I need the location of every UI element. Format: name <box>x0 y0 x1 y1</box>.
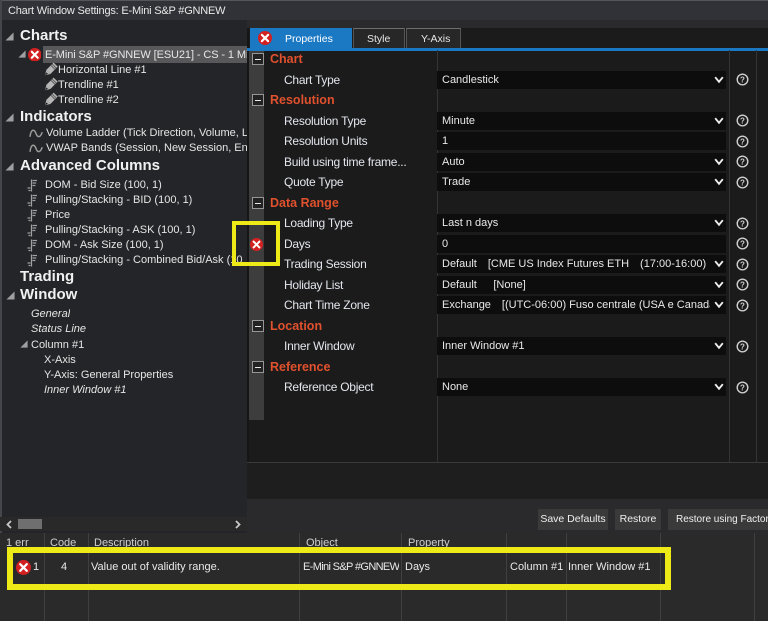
svg-text:?: ? <box>740 75 745 84</box>
svg-text:?: ? <box>740 239 745 248</box>
svg-text:?: ? <box>740 280 745 289</box>
svg-text:?: ? <box>740 383 745 392</box>
svg-text:?: ? <box>740 178 745 187</box>
svg-text:?: ? <box>740 342 745 351</box>
svg-text:?: ? <box>740 137 745 146</box>
svg-text:?: ? <box>740 260 745 269</box>
svg-text:?: ? <box>740 157 745 166</box>
svg-text:?: ? <box>740 219 745 228</box>
svg-text:?: ? <box>740 116 745 125</box>
svg-text:?: ? <box>740 301 745 310</box>
